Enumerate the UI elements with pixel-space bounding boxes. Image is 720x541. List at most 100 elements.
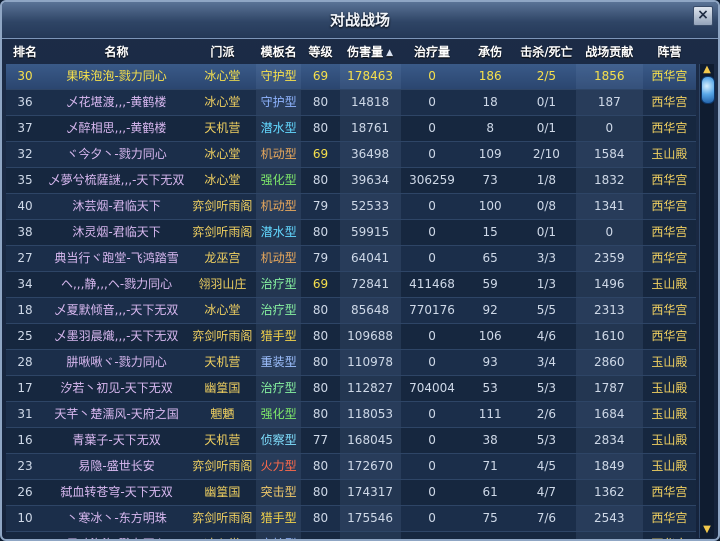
cell-name: 果味泡泡-戮力同心 [44,532,189,539]
table-row[interactable]: 25 乄墨羽晨熾,,,-天下无双 弈剑听雨阁 猎手型 80 109688 0 106 4/6 16… [6,324,696,350]
table-row[interactable]: 32 ヾ今夕丶-戮力同心 冰心堂 机动型 69 36498 0 109 2/10 1584 玉山殿 [6,142,696,168]
cell-contribution: 0 [575,116,643,141]
cell-name: 乄夢兮梳薩謎,,,-天下无双 [48,173,185,187]
cell-template: 强化型 [255,402,302,427]
cell-damage: 109688 [339,324,401,349]
column-header-kills-deaths[interactable]: 击杀/死亡 [517,40,576,64]
cell-faction: 弈剑听雨阁 [192,329,253,343]
cell-kills-deaths: 2/5 [536,69,557,83]
table-row[interactable]: 27 典当行ヾ跑堂-飞鸿踏雪 龙巫宫 机动型 79 64041 0 65 3/3 2359 西华宫 [6,246,696,272]
cell-template: 猎手型 [255,506,302,531]
cell-level: 80 [312,485,329,499]
table-row[interactable]: 40 沐芸烟-君临天下 弈剑听雨阁 机动型 79 52533 0 100 0/8 1341 西华宫 [6,194,696,220]
column-header-name[interactable]: 名称 [44,40,189,64]
cell-camp: 西华宫 [651,303,688,317]
table-row[interactable]: 28 肼啾啾ヾ-戮力同心 天机营 重装型 80 110978 0 93 3/4 2860 玉山殿 [6,350,696,376]
cell-name: 典当行ヾ跑堂-飞鸿踏雪 [54,251,179,265]
table-row[interactable]: 30果味泡泡-戮力同心冰心堂守护型6917846301862/51856西华宫 [6,532,696,539]
column-header-damage[interactable]: 伤害量 ▲ [340,40,401,64]
cell-camp: 西华宫 [643,532,696,539]
cell-damage-taken: 186 [463,532,516,539]
table-row[interactable]: 30果味泡泡-戮力同心冰心堂守护型6917846301862/51856西华宫 [6,64,696,90]
cell-level: 80 [312,407,329,421]
cell-camp: 西华宫 [651,69,688,83]
cell-damage: 18761 [339,116,401,141]
column-header-camp[interactable]: 阵营 [643,40,696,64]
table-row[interactable]: 37 乄醉相思,,,-黄鹤楼 天机营 潜水型 80 18761 0 8 0/1 0 西华宫 [6,116,696,142]
cell-kills-deaths: 4/5 [536,459,557,473]
scroll-up-icon[interactable]: ▲ [701,64,713,76]
cell-rank: 17 [17,381,33,395]
cell-rank: 26 [17,485,33,499]
cell-damage-taken: 53 [482,381,498,395]
cell-rank: 34 [17,277,33,291]
sort-ascending-icon: ▲ [386,48,394,58]
cell-damage-taken: 73 [482,173,498,187]
cell-rank: 35 [17,173,33,187]
table-row[interactable]: 16 青葉子-天下无双 天机营 侦察型 77 168045 0 38 5/3 2834 玉山殿 [6,428,696,454]
battlefield-window: 对战战场 × 排名 名称 门派 模板名 等级 伤害量 ▲ 治疗量 承伤 击杀/死亡 战场贡献 阵营 3… [0,0,720,541]
cell-template: 守护型 [255,90,302,115]
cell-kills-deaths: 1/8 [536,173,557,187]
column-header-faction[interactable]: 门派 [189,40,256,64]
cell-rank: 16 [17,433,33,447]
column-header-contribution[interactable]: 战场贡献 [576,40,643,64]
cell-camp: 西华宫 [651,95,688,109]
column-header-healing[interactable]: 治疗量 [401,40,464,64]
cell-rank: 30 [6,532,44,539]
cell-damage: 168045 [339,428,401,453]
scrollbar[interactable]: ▲ ▼ [699,64,715,538]
cell-name: ヾ今夕丶-戮力同心 [66,147,167,161]
cell-kills-deaths: 5/3 [536,433,557,447]
cell-faction: 冰心堂 [204,303,241,317]
table-row[interactable]: 26 弑血转苍穹-天下无双 幽篁国 突击型 80 174317 0 61 4/7 1362 西华宫 [6,480,696,506]
cell-template: 守护型 [255,532,302,539]
cell-kills-deaths: 0/1 [536,121,557,135]
cell-healing: 0 [428,251,436,265]
cell-kills-deaths: 1/3 [536,277,557,291]
cell-damage: 36498 [339,142,401,167]
cell-damage: 172670 [339,454,401,479]
cell-level: 80 [312,329,329,343]
column-header-label: 排名 [13,45,38,59]
cell-healing: 0 [428,225,436,239]
column-header-label: 名称 [104,45,129,59]
table-row[interactable]: 34 ヘ,,,静,,,ヘ-戮力同心 翎羽山庄 治疗型 69 72841 411468 59 1/… [6,272,696,298]
cell-contribution: 1684 [575,402,643,427]
table-row[interactable]: 23 易隐-盛世长安 弈剑听雨阁 火力型 80 172670 0 71 4/5 1849 玉山殿 [6,454,696,480]
cell-faction: 天机营 [204,121,241,135]
cell-camp: 玉山殿 [651,277,688,291]
scroll-thumb[interactable] [701,76,715,104]
cell-damage-taken: 186 [478,69,502,83]
cell-name: 弑血转苍穹-天下无双 [60,485,173,499]
column-header-template[interactable]: 模板名 [256,40,302,64]
column-header-label: 伤害量 [347,45,384,59]
cell-kills-deaths: 4/7 [536,485,557,499]
table-row[interactable]: 10 丶寒冰丶-东方明珠 弈剑听雨阁 猎手型 80 175546 0 75 7/6 2543 西华宫 [6,506,696,532]
cell-contribution: 1849 [575,454,643,479]
table-row[interactable]: 36 乄花堪渡,,,-黄鹤楼 冰心堂 守护型 80 14818 0 18 0/1 187 西华宫 [6,90,696,116]
close-icon[interactable]: × [693,6,713,26]
cell-faction: 幽篁国 [204,485,241,499]
cell-template: 潜水型 [255,116,302,141]
table-row[interactable]: 31 天芊丶楚濡风-天府之国 魍魉 强化型 80 118053 0 111 2/6 1684 玉山殿 [6,402,696,428]
column-header-rank[interactable]: 排名 [6,40,44,64]
scroll-down-icon[interactable]: ▼ [701,524,713,536]
cell-faction: 弈剑听雨阁 [192,199,253,213]
cell-camp: 西华宫 [651,225,688,239]
cell-contribution: 1856 [575,532,643,539]
table-row[interactable]: 18 乄夏默倾音,,,-天下无双 冰心堂 治疗型 80 85648 770176 92 5/5 2… [6,298,696,324]
cell-level: 69 [301,532,339,539]
cell-healing: 0 [428,199,436,213]
cell-rank: 27 [17,251,33,265]
column-header-damage-taken[interactable]: 承伤 [463,40,516,64]
cell-level: 80 [312,459,329,473]
table-row[interactable]: 38 沐灵烟-君临天下 弈剑听雨阁 潜水型 80 59915 0 15 0/1 0 西华宫 [6,220,696,246]
table-row[interactable]: 35 乄夢兮梳薩謎,,,-天下无双 冰心堂 强化型 80 39634 306259 73 1/8… [6,168,696,194]
cell-name: ヘ,,,静,,,ヘ-戮力同心 [60,277,173,291]
cell-level: 79 [312,251,329,265]
table-row[interactable]: 17 汐若丶初见-天下无双 幽篁国 治疗型 80 112827 704004 53 5/3 178… [6,376,696,402]
cell-camp: 西华宫 [651,121,688,135]
column-header-level[interactable]: 等级 [301,40,339,64]
cell-contribution: 1856 [575,64,643,89]
